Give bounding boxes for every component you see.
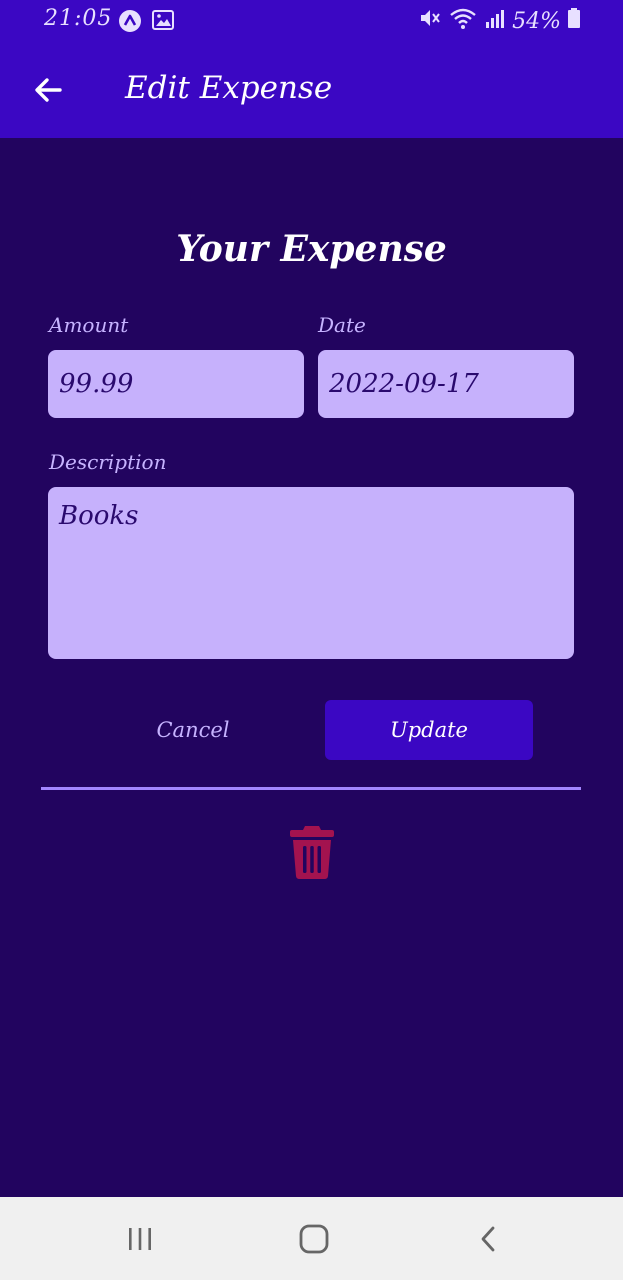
arrow-left-icon [35,78,62,102]
app-notification-icon [118,9,142,39]
description-input[interactable]: Books [48,487,574,659]
description-label: Description [49,450,167,474]
form-heading: Your Expense [176,228,447,270]
amount-label: Amount [49,313,129,337]
status-time: 21:05 [44,6,113,31]
recent-apps-icon [129,1228,151,1250]
trash-icon [290,826,334,879]
home-button[interactable] [292,1217,336,1261]
status-right-icons: 54% [418,6,581,36]
battery-icon [567,7,581,35]
app-bar: Edit Expense [0,42,623,138]
amount-input[interactable] [48,350,304,418]
date-input[interactable] [318,350,574,418]
back-button[interactable] [28,70,68,110]
divider [41,787,581,790]
wifi-icon [448,6,478,36]
update-button[interactable]: Update [325,700,533,760]
page-title: Edit Expense [125,70,333,106]
system-nav-bar [0,1197,623,1280]
delete-button[interactable] [282,820,342,884]
battery-text: 54% [512,8,561,34]
signal-icon [484,7,506,35]
nav-back-button[interactable] [467,1217,511,1261]
status-bar: 21:05 54% [0,0,623,42]
date-label: Date [318,313,366,337]
home-icon [299,1224,329,1254]
recent-apps-button[interactable] [118,1217,162,1261]
image-icon [152,9,174,37]
back-icon [481,1226,495,1252]
mute-icon [418,6,442,36]
cancel-button[interactable]: Cancel [88,700,298,760]
